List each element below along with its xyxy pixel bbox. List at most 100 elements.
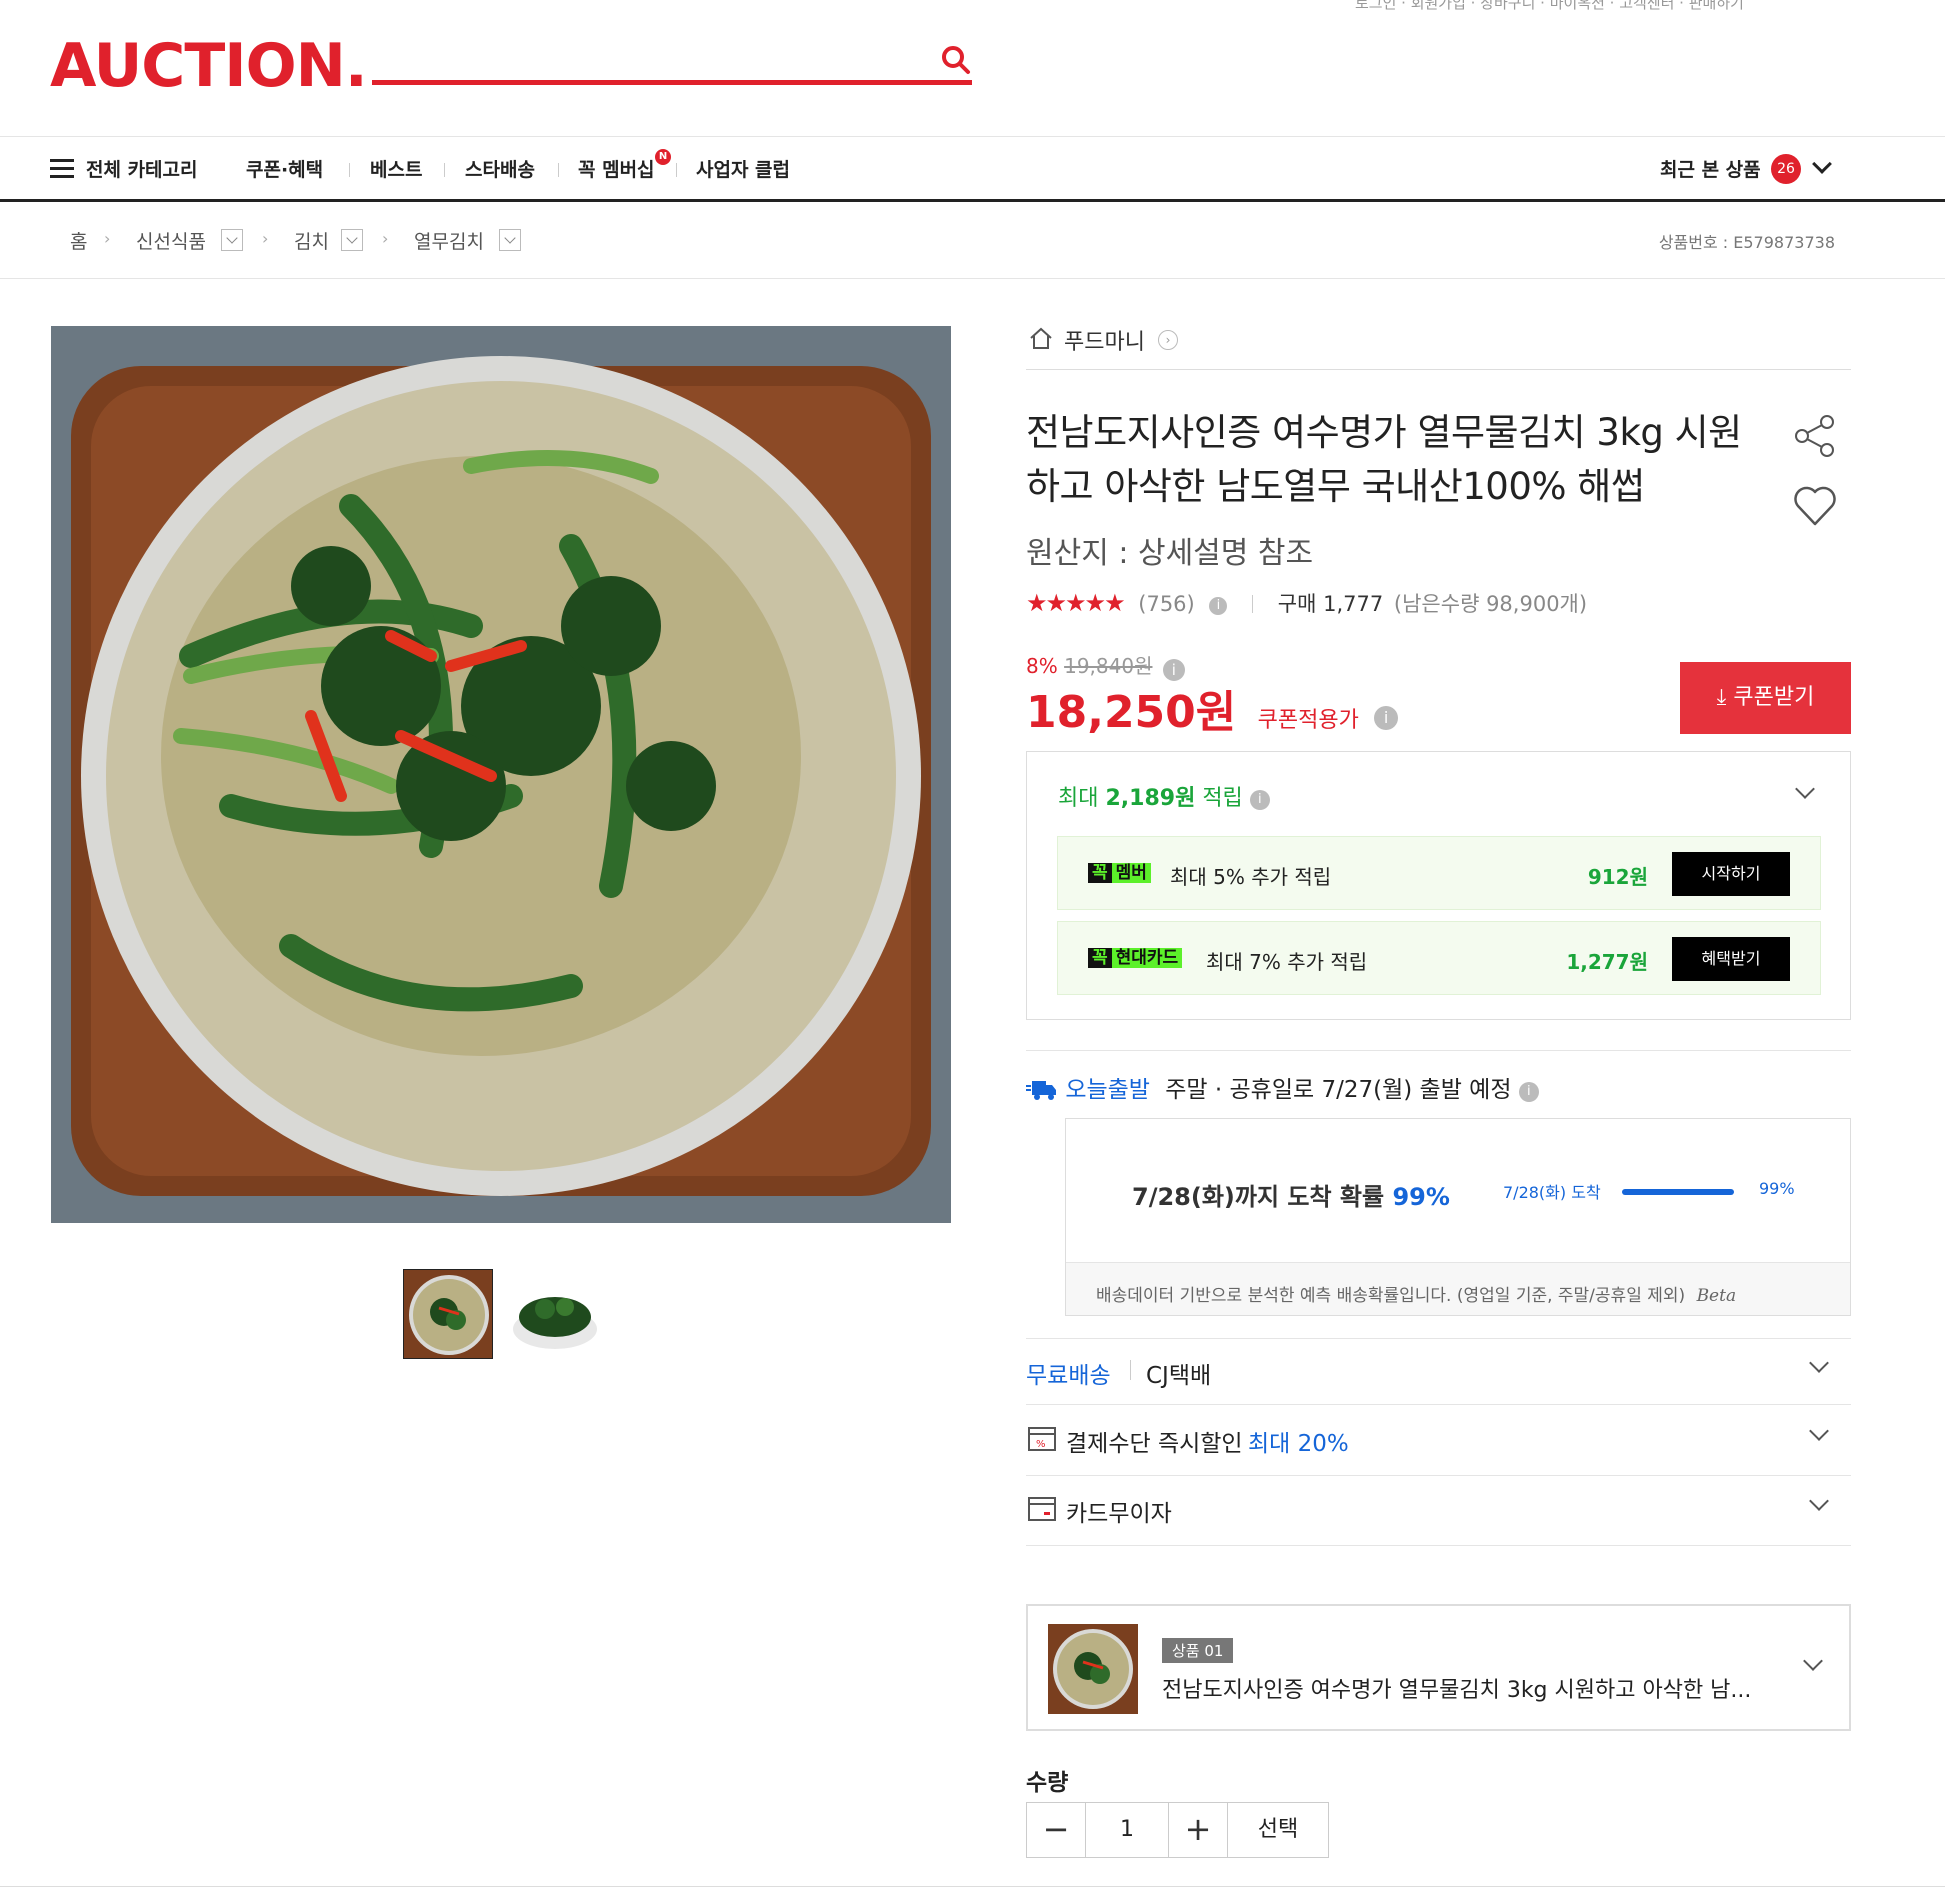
today-shipping-row: 오늘출발 주말 · 공휴일로 7/27(월) 출발 예정 i bbox=[1026, 1070, 1539, 1104]
nav-divider bbox=[558, 163, 559, 177]
thumbnail-1[interactable] bbox=[403, 1269, 493, 1359]
option-thumbnail bbox=[1048, 1624, 1138, 1714]
today-shipping-label: 오늘출발 bbox=[1065, 1077, 1150, 1103]
menu-icon[interactable] bbox=[50, 159, 74, 179]
search-icon[interactable] bbox=[940, 44, 972, 76]
nav-divider bbox=[676, 163, 677, 177]
nav-divider bbox=[349, 163, 350, 177]
option-selector[interactable]: 상품 01 전남도지사인증 여수명가 열무물김치 3kg 시원하고 아삭한 남.… bbox=[1026, 1604, 1851, 1731]
breadcrumb: 홈 › 신선식품 › 김치 › 열무김치 상품번호 : E579873738 bbox=[0, 205, 1945, 279]
heart-icon[interactable] bbox=[1792, 484, 1838, 528]
home-icon bbox=[1030, 327, 1052, 349]
breadcrumb-kimchi[interactable]: 김치 bbox=[294, 227, 329, 254]
shipping-info-row[interactable]: 무료배송 CJ택배 bbox=[1026, 1342, 1851, 1402]
search-input[interactable] bbox=[372, 80, 972, 85]
divider bbox=[1026, 1545, 1851, 1546]
payment-discount-row[interactable]: % 결제수단 즉시할인 최대 20% bbox=[1026, 1410, 1851, 1470]
reward-item-hyundai-card: 꼭 현대카드 최대 7% 추가 적립 1,277원 혜택받기 bbox=[1057, 921, 1821, 995]
free-shipping-label: 무료배송 bbox=[1026, 1363, 1111, 1389]
nav-star-delivery[interactable]: 스타배송 bbox=[465, 155, 535, 182]
review-count[interactable]: (756) bbox=[1138, 592, 1194, 616]
prediction-percent: 99% bbox=[1392, 1183, 1450, 1211]
rating-stars: ★★★★★ bbox=[1026, 589, 1126, 617]
payment-discount-icon: % bbox=[1028, 1427, 1056, 1451]
badge-v: 현대카드 bbox=[1111, 948, 1183, 968]
product-number: 상품번호 : E579873738 bbox=[1658, 233, 1835, 252]
breadcrumb-yeolmu-kimchi[interactable]: 열무김치 bbox=[414, 227, 484, 254]
chevron-down-icon[interactable] bbox=[1803, 1651, 1823, 1671]
reward-item-text: 최대 7% 추가 적립 bbox=[1206, 950, 1368, 974]
chevron-right-icon[interactable]: › bbox=[1158, 330, 1178, 350]
reward-item-membership: 꼭 멤버 최대 5% 추가 적립 912원 시작하기 bbox=[1057, 836, 1821, 910]
rating-row: ★★★★★ (756) i 구매 1,777 (남은수량 98,900개) bbox=[1026, 588, 1587, 618]
card-icon bbox=[1028, 1497, 1056, 1521]
card-badge: 꼭 현대카드 bbox=[1088, 946, 1183, 970]
recent-products[interactable]: 최근 본 상품 bbox=[1660, 155, 1761, 182]
chevron-down-icon[interactable] bbox=[1809, 1491, 1829, 1511]
discount-percent: 8% bbox=[1026, 654, 1058, 678]
auction-logo[interactable]: AUCTION. bbox=[50, 32, 368, 100]
dropdown-icon[interactable] bbox=[499, 229, 521, 251]
reward-item-amount: 912원 bbox=[1587, 865, 1648, 889]
minus-icon[interactable]: − bbox=[1027, 1803, 1085, 1857]
coupon-button-label: 쿠폰받기 bbox=[1733, 685, 1815, 710]
chevron-down-icon[interactable] bbox=[1809, 1421, 1829, 1441]
coupon-button[interactable]: ⤓ 쿠폰받기 bbox=[1680, 662, 1851, 734]
breadcrumb-home[interactable]: 홈 bbox=[70, 227, 87, 254]
dropdown-icon[interactable] bbox=[341, 229, 363, 251]
nav-best[interactable]: 베스트 bbox=[370, 155, 422, 182]
reward-head-suffix: 적립 bbox=[1202, 786, 1243, 811]
divider bbox=[1026, 1475, 1851, 1476]
option-tag: 상품 01 bbox=[1162, 1638, 1234, 1663]
card-installment-label: 카드무이자 bbox=[1066, 1501, 1172, 1527]
reward-head-amount: 2,189원 bbox=[1105, 786, 1196, 811]
select-button[interactable]: 선택 bbox=[1227, 1802, 1329, 1858]
dropdown-icon[interactable] bbox=[221, 229, 243, 251]
nav-all-categories[interactable]: 전체 카테고리 bbox=[86, 155, 198, 182]
info-icon[interactable]: i bbox=[1209, 597, 1228, 615]
chevron-right-icon: › bbox=[104, 229, 111, 248]
get-benefit-button[interactable]: 혜택받기 bbox=[1672, 937, 1790, 981]
reward-head[interactable]: 최대 2,189원 적립 i bbox=[1058, 780, 1270, 812]
truck-icon bbox=[1026, 1081, 1056, 1100]
recent-count-badge: 26 bbox=[1771, 154, 1801, 184]
chevron-down-icon[interactable] bbox=[1812, 154, 1832, 174]
reward-item-text: 최대 5% 추가 적립 bbox=[1170, 865, 1332, 889]
info-icon[interactable]: i bbox=[1374, 706, 1399, 730]
seller-name[interactable]: 푸드마니 bbox=[1064, 324, 1145, 356]
share-icon[interactable] bbox=[1792, 413, 1838, 459]
quantity-label: 수량 bbox=[1026, 1770, 1069, 1796]
nav-business-club[interactable]: 사업자 클럽 bbox=[696, 155, 790, 182]
badge-k: 꼭 bbox=[1088, 948, 1112, 968]
plus-icon[interactable]: + bbox=[1169, 1803, 1227, 1857]
nav-divider bbox=[444, 163, 445, 177]
start-button[interactable]: 시작하기 bbox=[1672, 852, 1790, 896]
quantity-input[interactable]: 1 bbox=[1085, 1803, 1169, 1857]
quantity-stepper: − 1 + bbox=[1026, 1802, 1228, 1858]
info-icon[interactable]: i bbox=[1518, 1082, 1539, 1102]
product-main-image[interactable] bbox=[51, 326, 951, 1223]
badge-k: 꼭 bbox=[1088, 863, 1112, 883]
badge-v: 멤버 bbox=[1111, 863, 1151, 883]
prediction-bar bbox=[1622, 1189, 1734, 1195]
purchase-count: 구매 1,777 bbox=[1277, 592, 1384, 616]
main-nav: 전체 카테고리 쿠폰·혜택 베스트 스타배송 꼭 멤버십 N 사업자 클럽 최근… bbox=[0, 136, 1945, 202]
chevron-down-icon[interactable] bbox=[1809, 1353, 1829, 1373]
top-util-links[interactable]: 로그인 · 회원가입 · 장바구니 · 마이옥션 · 고객센터 · 판매하기 bbox=[1355, 0, 1744, 13]
card-installment-row[interactable]: 카드무이자 bbox=[1026, 1480, 1851, 1540]
nav-membership[interactable]: 꼭 멤버십 bbox=[578, 155, 655, 182]
chevron-down-icon[interactable] bbox=[1795, 779, 1815, 799]
thumbnail-2[interactable] bbox=[510, 1269, 600, 1359]
membership-badge: 꼭 멤버 bbox=[1088, 861, 1151, 885]
origin-info: 원산지 : 상세설명 참조 bbox=[1026, 536, 1314, 571]
prediction-note: 배송데이터 기반으로 분석한 예측 배송확률입니다. (영업일 기준, 주말/공… bbox=[1096, 1281, 1736, 1306]
breadcrumb-fresh-food[interactable]: 신선식품 bbox=[136, 227, 206, 254]
info-icon[interactable]: i bbox=[1249, 790, 1270, 810]
svg-text:%: % bbox=[1036, 1439, 1046, 1450]
nav-coupon-benefit[interactable]: 쿠폰·혜택 bbox=[246, 155, 323, 182]
price-label: 쿠폰적용가 bbox=[1257, 708, 1359, 733]
prediction-panel: 7/28(화)까지 도착 확률 99% 7/28(화) 도착 99% bbox=[1066, 1119, 1850, 1263]
divider bbox=[1026, 1404, 1851, 1405]
today-shipping-text: 주말 · 공휴일로 7/27(월) 출발 예정 bbox=[1165, 1077, 1512, 1103]
option-name: 전남도지사인증 여수명가 열무물김치 3kg 시원하고 아삭한 남... bbox=[1162, 1678, 1752, 1703]
